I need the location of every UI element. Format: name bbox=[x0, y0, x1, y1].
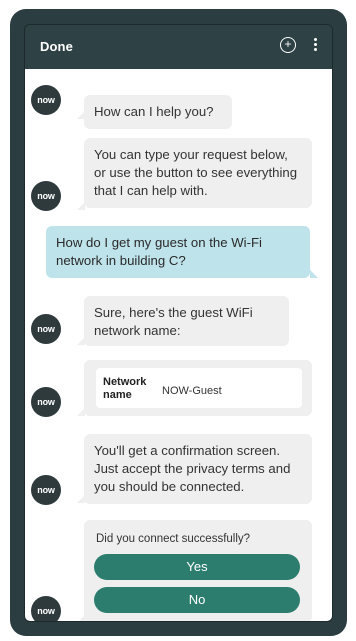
top-bar: Done + bbox=[25, 25, 332, 69]
plus-circle-icon[interactable]: + bbox=[280, 37, 296, 53]
network-name-label: Network name bbox=[103, 376, 147, 401]
app-screen: Done + now How can I help you? now You c… bbox=[24, 24, 333, 622]
bot-message: You can type your request below, or use … bbox=[84, 138, 312, 208]
network-info-bubble: Network name NOW-Guest bbox=[84, 360, 312, 416]
avatar: now bbox=[31, 596, 61, 621]
chat-area: now How can I help you? now You can type… bbox=[25, 69, 332, 621]
question-text: Did you connect successfully? bbox=[96, 533, 251, 545]
bot-message: You'll get a confirmation screen. Just a… bbox=[84, 434, 312, 504]
question-bubble: Did you connect successfully? Yes No bbox=[84, 520, 312, 621]
avatar: now bbox=[31, 85, 61, 115]
network-name-value: NOW-Guest bbox=[162, 385, 222, 397]
kebab-menu-icon[interactable] bbox=[314, 38, 318, 52]
avatar: now bbox=[31, 314, 61, 344]
avatar: now bbox=[31, 181, 61, 211]
yes-button[interactable]: Yes bbox=[94, 554, 300, 580]
done-button[interactable]: Done bbox=[40, 39, 73, 54]
user-message: How do I get my guest on the Wi-Fi netwo… bbox=[46, 226, 310, 278]
no-button[interactable]: No bbox=[94, 587, 300, 613]
bot-message: How can I help you? bbox=[84, 95, 232, 129]
network-card: Network name NOW-Guest bbox=[96, 368, 302, 408]
phone-frame: Done + now How can I help you? now You c… bbox=[10, 9, 347, 636]
bot-message: Sure, here's the guest WiFi network name… bbox=[84, 296, 289, 346]
avatar: now bbox=[31, 387, 61, 417]
bubble-tail bbox=[310, 270, 318, 278]
avatar: now bbox=[31, 475, 61, 505]
